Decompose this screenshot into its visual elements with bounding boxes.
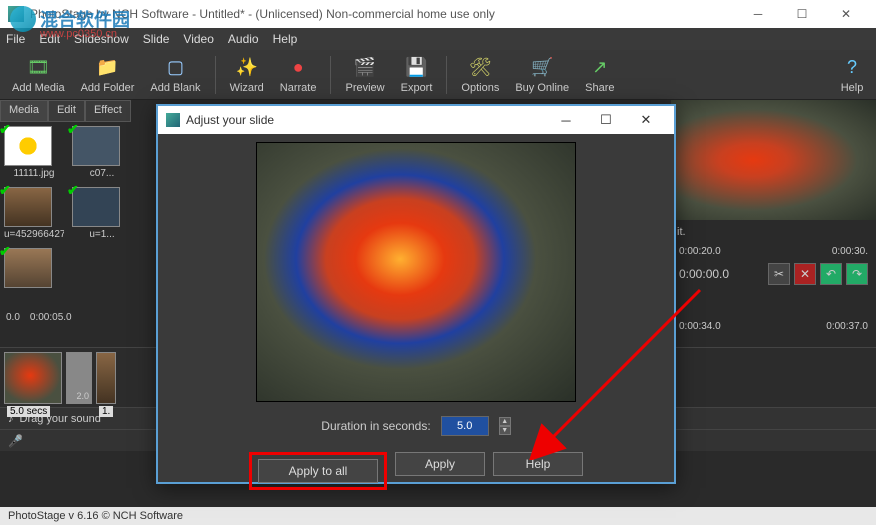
duration-input[interactable] [441,416,489,436]
check-icon: ✔ [0,121,11,138]
menu-help[interactable]: Help [273,32,298,46]
preview-image [671,100,876,220]
help-button[interactable]: ?Help [832,54,872,96]
undo-icon: ↶ [826,267,836,281]
cut-button[interactable]: ✂ [768,263,790,285]
tools-icon: 🛠 [468,56,492,80]
preview-icon: 🎬 [353,56,377,80]
add-media-button[interactable]: 🎞Add Media [4,54,73,96]
apply-button[interactable]: Apply [395,452,485,476]
redo-button[interactable]: ↷ [846,263,868,285]
redo-icon: ↷ [852,267,862,281]
share-button[interactable]: ↗Share [577,54,622,96]
menu-slide[interactable]: Slide [143,32,170,46]
spinner-down-icon[interactable]: ▼ [499,426,511,435]
window-title: PhotoStage by NCH Software - Untitled* -… [30,7,736,21]
media-thumb[interactable]: ✔ [4,248,64,290]
menu-file[interactable]: File [6,32,25,46]
add-folder-button[interactable]: 📁Add Folder [73,54,143,96]
film-plus-icon: 🎞 [26,56,50,80]
slide-preview-image [256,142,576,402]
cart-icon: 🛒 [530,56,554,80]
media-timebar: 0.0 0:00:05.0 [0,307,130,327]
window-titlebar: PhotoStage by NCH Software - Untitled* -… [0,0,876,28]
minimize-button[interactable]: ─ [736,0,780,28]
tab-edit[interactable]: Edit [48,100,85,122]
adjust-slide-dialog: Adjust your slide ─ ☐ ✕ Duration in seco… [156,104,676,484]
export-icon: 💾 [405,56,429,80]
duration-spinner[interactable]: ▲ ▼ [499,417,511,435]
preview-time: 0:00:00.0 [679,267,729,281]
folder-plus-icon: 📁 [96,56,120,80]
status-bar: PhotoStage v 6.16 © NCH Software [0,507,876,525]
dialog-icon [166,113,180,127]
wizard-button[interactable]: ✨Wizard [222,54,272,96]
share-icon: ↗ [588,56,612,80]
record-icon: ● [286,56,310,80]
watermark-overlay: 混合软件园 www.pc0350.cn [10,6,130,32]
media-thumb[interactable]: ✔u=452966427,384... [4,187,64,240]
dialog-titlebar: Adjust your slide ─ ☐ ✕ [158,106,674,134]
preview-hint: it. [671,220,876,244]
blank-plus-icon: ▢ [163,56,187,80]
timeline-ruler-right: 0:00:34.0 0:00:37.0 [671,319,876,334]
scissors-icon: ✂ [774,267,784,281]
apply-to-all-button[interactable]: Apply to all [258,459,378,483]
tab-effects[interactable]: Effect [85,100,131,122]
undo-button[interactable]: ↶ [820,263,842,285]
dialog-title: Adjust your slide [186,113,274,127]
transition-clip[interactable]: 2.0 [66,352,92,404]
menu-audio[interactable]: Audio [228,32,259,46]
check-icon: ✔ [0,182,11,199]
media-thumb[interactable]: ✔11111.jpg [4,126,64,179]
tab-media[interactable]: Media [0,100,48,122]
duration-label: Duration in seconds: [321,419,430,433]
maximize-button[interactable]: ☐ [780,0,824,28]
check-icon: ✔ [67,182,79,199]
dialog-help-button[interactable]: Help [493,452,583,476]
media-thumb[interactable]: ✔u=1... [72,187,132,240]
timeline-clip[interactable]: 1. [96,352,116,404]
media-thumbnails: ✔11111.jpg ✔c07... ✔u=452966427,384... ✔… [0,122,155,294]
wand-icon: ✨ [235,56,259,80]
export-button[interactable]: 💾Export [393,54,441,96]
menu-video[interactable]: Video [183,32,213,46]
menu-bar: File Edit Slideshow Slide Video Audio He… [0,28,876,50]
preview-button[interactable]: 🎬Preview [337,54,392,96]
delete-button[interactable]: ✕ [794,263,816,285]
check-icon: ✔ [67,121,79,138]
timeline-clip[interactable]: 5.0 secs [4,352,62,404]
clip-label: 1. [99,406,113,417]
preview-panel: it. 0:00:20.0 0:00:30. 0:00:00.0 ✂ ✕ ↶ ↷… [671,100,876,340]
main-toolbar: 🎞Add Media 📁Add Folder ▢Add Blank ✨Wizar… [0,50,876,100]
narrate-button[interactable]: ●Narrate [272,54,325,96]
close-button[interactable]: ✕ [824,0,868,28]
options-button[interactable]: 🛠Options [453,54,507,96]
dialog-close-button[interactable]: ✕ [626,107,666,133]
preview-ruler: 0:00:20.0 0:00:30. [671,244,876,259]
dialog-minimize-button[interactable]: ─ [546,107,586,133]
media-thumb[interactable]: ✔c07... [72,126,132,179]
clip-duration-badge[interactable]: 5.0 secs [7,406,50,417]
help-icon: ? [840,56,864,80]
spinner-up-icon[interactable]: ▲ [499,417,511,426]
buy-online-button[interactable]: 🛒Buy Online [507,54,577,96]
check-icon: ✔ [0,243,11,260]
dialog-maximize-button[interactable]: ☐ [586,107,626,133]
add-blank-button[interactable]: ▢Add Blank [142,54,208,96]
microphone-icon: 🎤 [8,434,23,448]
x-icon: ✕ [800,267,810,281]
